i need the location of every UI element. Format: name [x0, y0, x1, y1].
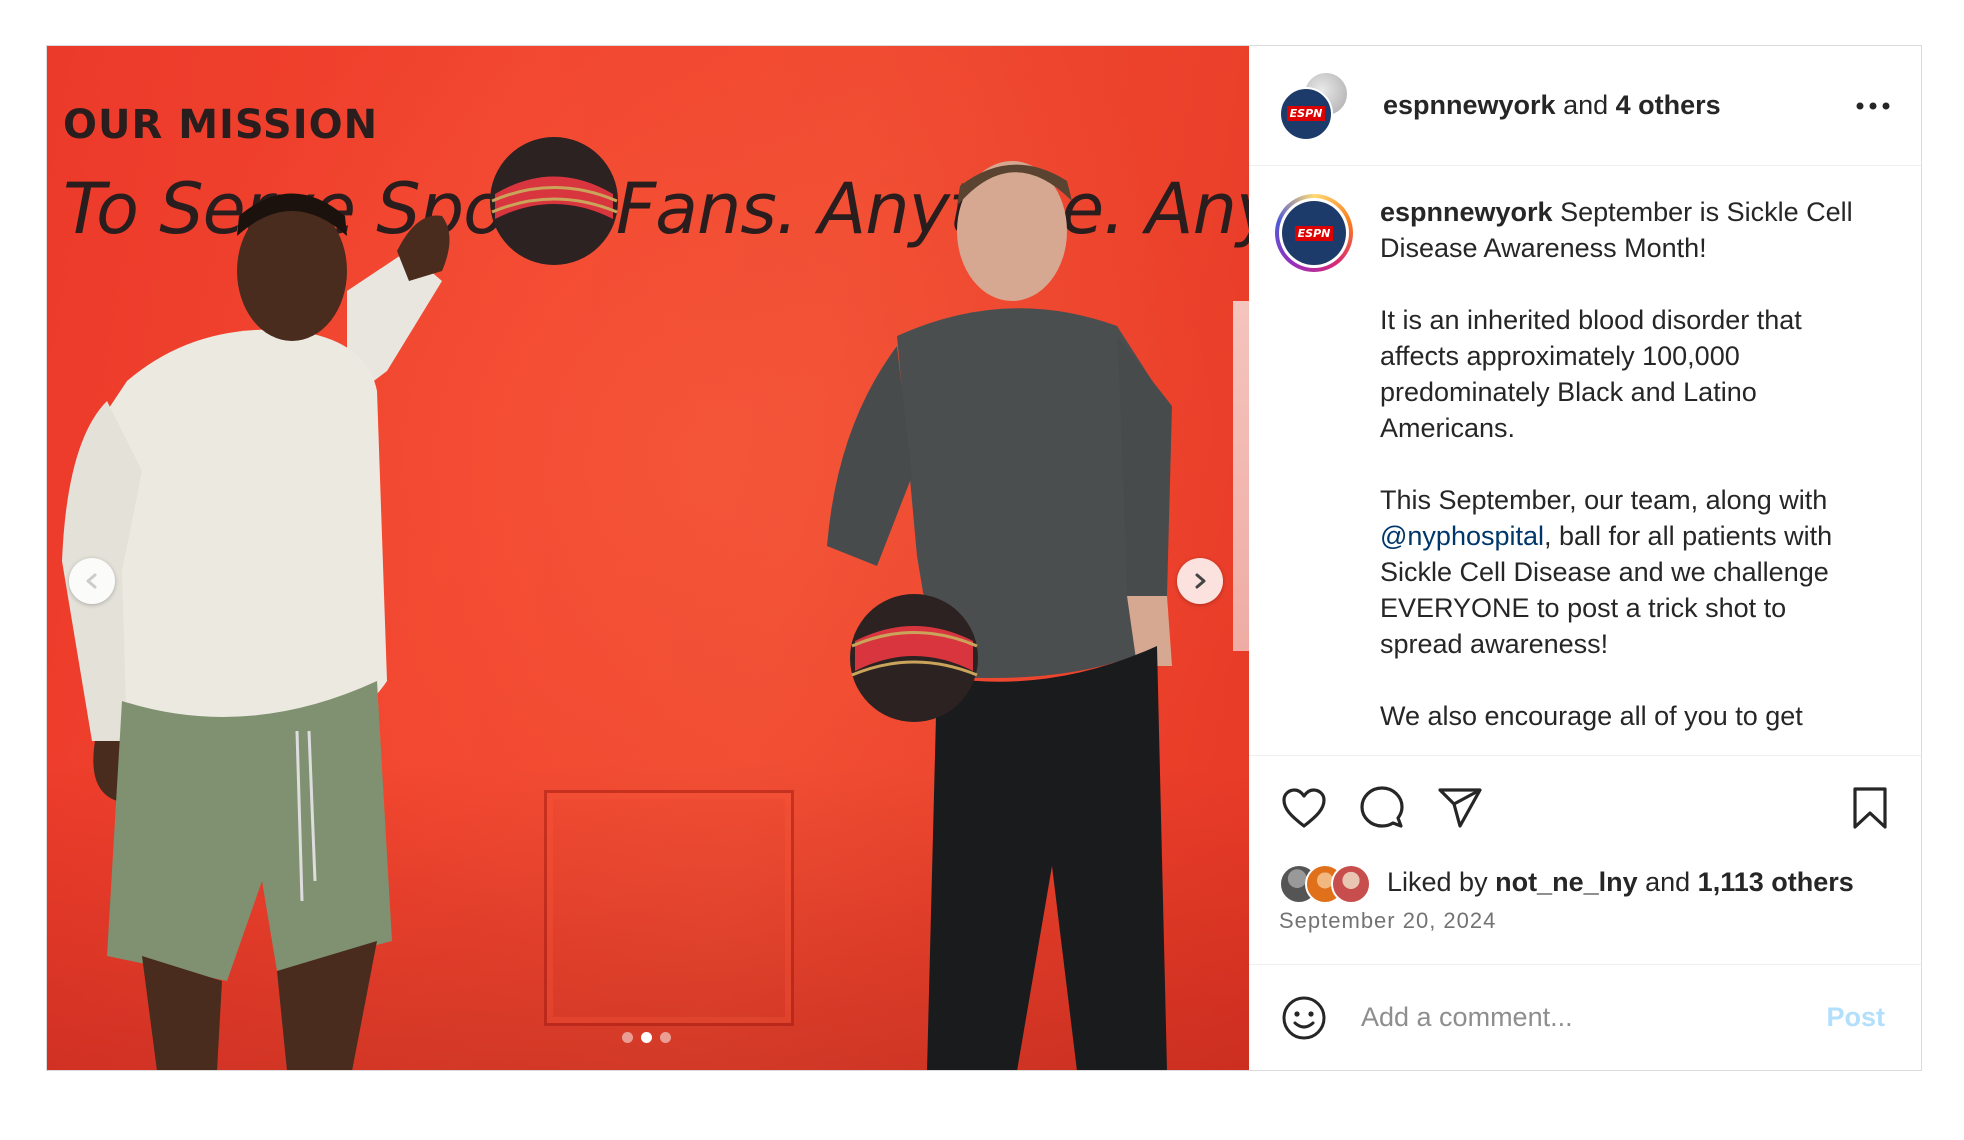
- caption-paragraph: espnnewyork September is Sickle Cell Dis…: [1380, 194, 1860, 266]
- chevron-left-icon: [86, 573, 97, 589]
- bookmark-icon: [1853, 787, 1887, 829]
- header-accounts[interactable]: espnnewyork and 4 others: [1383, 90, 1851, 121]
- carousel-indicator: [622, 1032, 671, 1043]
- basketball-held: [850, 594, 978, 722]
- basketball-top: [490, 137, 618, 265]
- espnnewyork-avatar: ESPN: [1279, 86, 1333, 141]
- chevron-right-icon: [1195, 573, 1206, 589]
- likes-joiner: and: [1637, 866, 1698, 897]
- caption-paragraph: It is an inherited blood disorder that a…: [1380, 305, 1802, 443]
- comment-icon: [1360, 786, 1404, 828]
- comment-bar: Post: [1249, 964, 1921, 1070]
- more-options-button[interactable]: [1851, 84, 1895, 128]
- person-left: [62, 193, 450, 1070]
- heart-icon: [1282, 788, 1326, 828]
- emoji-button[interactable]: [1279, 993, 1329, 1043]
- comment-input[interactable]: [1359, 1001, 1821, 1034]
- caption-text: espnnewyork September is Sickle Cell Dis…: [1380, 194, 1860, 755]
- save-button[interactable]: [1845, 783, 1895, 833]
- caption-avatar[interactable]: ESPN: [1275, 194, 1353, 272]
- post-date[interactable]: September 20, 2024: [1249, 904, 1921, 964]
- action-bar: [1249, 756, 1921, 860]
- liker-avatar: [1331, 864, 1371, 904]
- post-comment-button[interactable]: Post: [1820, 1001, 1891, 1034]
- share-icon: [1438, 788, 1482, 828]
- post-photo: OUR MISSION To Serve Sports Fans. Anytim…: [47, 46, 1249, 1070]
- comment-button[interactable]: [1357, 783, 1407, 833]
- carousel-prev-button[interactable]: [69, 558, 115, 604]
- likes-summary: Liked by not_ne_lny and 1,113 others: [1249, 860, 1921, 904]
- carousel-next-button[interactable]: [1177, 558, 1223, 604]
- instagram-post-modal: OUR MISSION To Serve Sports Fans. Anytim…: [46, 45, 1922, 1071]
- more-horizontal-icon: [1856, 102, 1890, 109]
- likes-prefix: Liked by: [1387, 866, 1496, 897]
- header-username[interactable]: espnnewyork: [1383, 90, 1556, 120]
- espn-logo: ESPN: [1294, 225, 1334, 241]
- likes-text: Liked by not_ne_lny and 1,113 others: [1387, 867, 1854, 898]
- header-others[interactable]: 4 others: [1616, 90, 1721, 120]
- collab-avatars[interactable]: ESPN: [1279, 70, 1349, 141]
- wall-panel: [544, 790, 794, 1026]
- header-joiner: and: [1555, 90, 1616, 120]
- caption-area[interactable]: ESPN espnnewyork September is Sickle Cel…: [1249, 166, 1921, 756]
- likes-count-link[interactable]: 1,113 others: [1698, 867, 1854, 897]
- caption-text-segment: This September, our team, along with: [1380, 485, 1828, 515]
- caption-paragraph: We also encourage all of you to get: [1380, 701, 1803, 731]
- liker-username[interactable]: not_ne_lny: [1495, 867, 1638, 897]
- carousel-dot: [660, 1032, 671, 1043]
- caption-paragraph: This September, our team, along with @ny…: [1380, 482, 1860, 662]
- carousel-dot: [622, 1032, 633, 1043]
- caption-username[interactable]: espnnewyork: [1380, 197, 1553, 227]
- mention-link[interactable]: @nyphospital: [1380, 521, 1544, 551]
- share-button[interactable]: [1435, 783, 1485, 833]
- emoji-icon: [1282, 996, 1326, 1039]
- espnnewyork-avatar: ESPN: [1282, 201, 1346, 265]
- liker-avatars[interactable]: [1279, 862, 1379, 904]
- carousel-dot-active: [641, 1032, 652, 1043]
- like-button[interactable]: [1279, 783, 1329, 833]
- post-header: ESPN espnnewyork and 4 others: [1249, 46, 1921, 166]
- espn-logo: ESPN: [1286, 106, 1326, 121]
- post-side-panel: ESPN espnnewyork and 4 others ESPN espnn…: [1249, 46, 1921, 1070]
